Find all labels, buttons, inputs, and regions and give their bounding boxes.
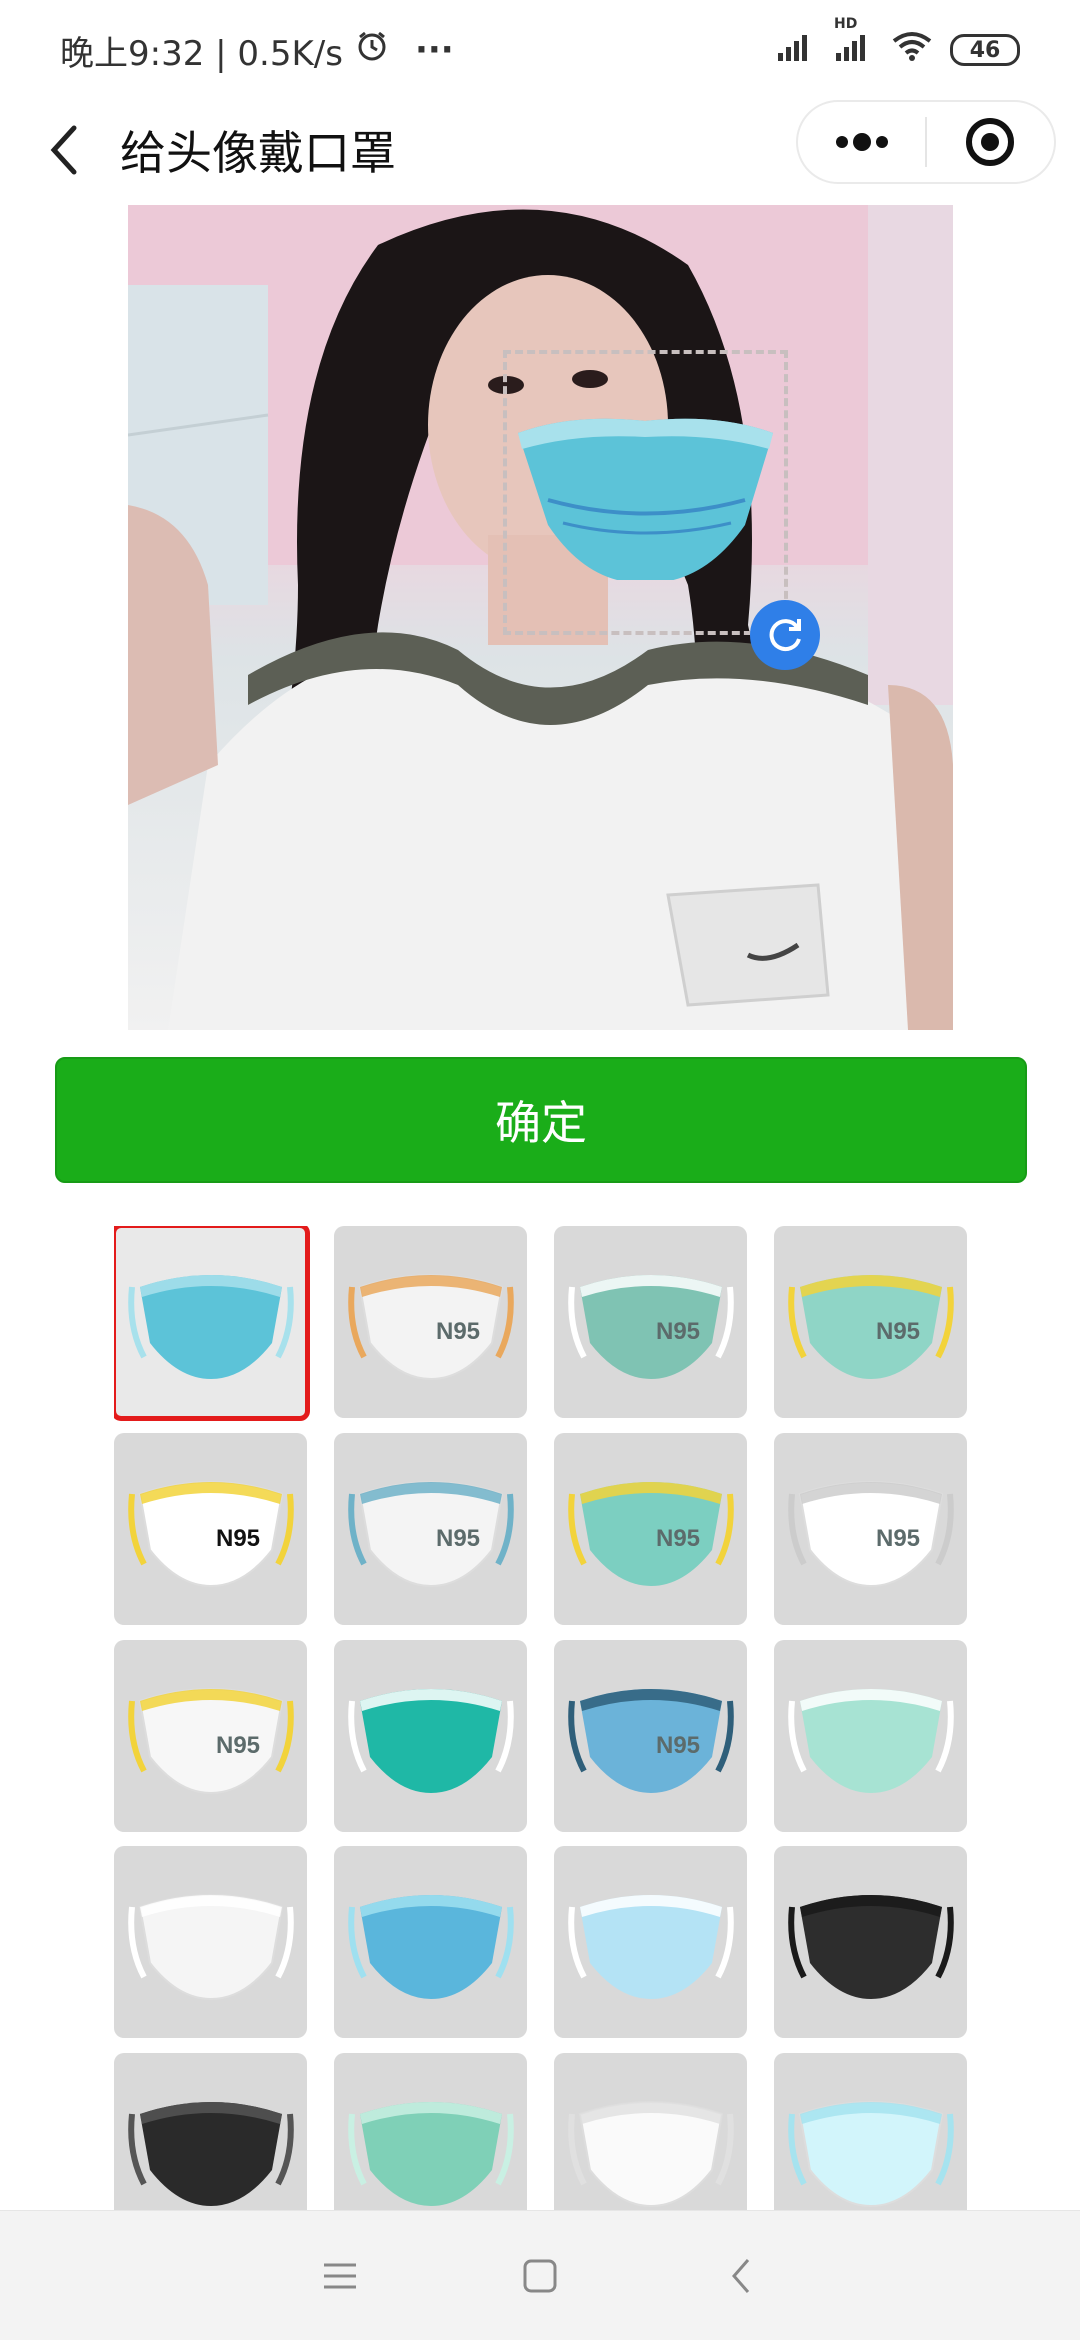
mask-option-light-cyan[interactable] [774, 2053, 967, 2210]
mask-selection-box[interactable] [503, 350, 788, 635]
status-more: ··· [414, 30, 454, 70]
mask-option-n95-blue-crumpled[interactable]: N95 [554, 1640, 747, 1832]
mask-option-n95-teal-small[interactable]: N95 [554, 1433, 747, 1625]
mask-option-white-surgical[interactable] [554, 2053, 747, 2210]
close-miniprogram-button[interactable] [927, 102, 1054, 182]
nav-bar: 给头像戴口罩 [0, 100, 1080, 200]
mask-option-black-valve[interactable] [114, 2053, 307, 2210]
mask-option-teal-shield[interactable] [334, 1640, 527, 1832]
mask-icon [567, 1895, 734, 1999]
mask-icon [127, 1894, 294, 2001]
chevron-left-icon [732, 2258, 750, 2293]
confirm-button[interactable]: 确定 [55, 1057, 1027, 1183]
mask-option-surgical-green[interactable] [334, 2053, 527, 2210]
status-right: HD 46 [776, 16, 1020, 70]
mask-icon: N95 [787, 1275, 954, 1379]
mask-icon [347, 2102, 514, 2206]
avatar-photo [128, 205, 953, 1030]
rotate-handle[interactable] [750, 600, 820, 670]
mask-option-surgical-blue-2[interactable] [334, 1846, 527, 2038]
system-back-button[interactable] [700, 2236, 780, 2316]
signal-icon [776, 30, 816, 70]
miniprogram-capsule [796, 100, 1056, 184]
mask-label: N95 [655, 1525, 699, 1552]
mask-option-n95-white-valve[interactable]: N95 [334, 1433, 527, 1625]
mask-option-white-rect[interactable] [114, 1846, 307, 2038]
mask-icon [787, 2101, 954, 2208]
mask-icon [787, 1895, 954, 1999]
mask-option-n95-white-yellow-straps[interactable]: N95 [114, 1640, 307, 1832]
chevron-left-icon [50, 125, 77, 175]
status-bar: 晚上9:32 | 0.5K/s ··· HD 46 [0, 0, 1080, 100]
mask-icon: N95 [127, 1481, 294, 1588]
mask-option-n95-mint-yellow[interactable]: N95 [774, 1226, 967, 1418]
status-left: 晚上9:32 | 0.5K/s ··· [60, 26, 454, 75]
mask-icon [787, 1689, 954, 1793]
hd-signal-icon: HD [834, 16, 874, 70]
home-button[interactable] [500, 2236, 580, 2316]
mask-icon: N95 [567, 1275, 734, 1379]
more-dots-icon [835, 133, 888, 151]
status-time: 晚上9:32 | 0.5K/s [60, 33, 343, 74]
mask-icon: N95 [347, 1481, 514, 1588]
screen: 晚上9:32 | 0.5K/s ··· HD 46 给头像戴口罩 确定 N95 … [0, 0, 1080, 2340]
mask-option-black-cloth[interactable] [774, 1846, 967, 2038]
mask-label: N95 [435, 1525, 479, 1552]
target-icon [966, 118, 1015, 166]
wifi-icon [892, 30, 932, 70]
back-button[interactable] [24, 110, 104, 190]
mask-icon [347, 1689, 514, 1793]
hd-label: HD [834, 16, 858, 32]
rotate-icon [769, 619, 801, 652]
mask-option-n95-white-folded[interactable]: N95 [774, 1433, 967, 1625]
mask-option-surgical-mint-loops[interactable] [774, 1640, 967, 1832]
recent-apps-button[interactable] [300, 2236, 380, 2316]
mask-icon: N95 [347, 1274, 514, 1381]
alarm-icon [355, 29, 389, 72]
mask-option-surgical-light-blue[interactable] [554, 1846, 747, 2038]
mask-option-n95-white-orange[interactable]: N95 [334, 1226, 527, 1418]
mask-icon: N95 [787, 1481, 954, 1588]
mask-icon: N95 [567, 1482, 734, 1586]
mask-label: N95 [215, 1732, 259, 1759]
more-button[interactable] [798, 102, 925, 182]
mask-option-n95-green[interactable]: N95 [554, 1226, 747, 1418]
mask-label: N95 [655, 1732, 699, 1759]
mask-icon [127, 2102, 294, 2206]
mask-grid: N95 N95 N95 N95 N95 N95 N95 N95 N95 [114, 1226, 968, 2210]
mask-option-surgical-blue[interactable] [114, 1226, 310, 1421]
system-navigation-bar [0, 2210, 1080, 2340]
mask-label: N95 [875, 1525, 919, 1552]
mask-icon [347, 1895, 514, 1999]
menu-icon [324, 2263, 356, 2288]
mask-label: N95 [215, 1525, 259, 1552]
mask-label: N95 [655, 1318, 699, 1345]
mask-label: N95 [435, 1318, 479, 1345]
battery-indicator: 46 [950, 34, 1020, 66]
page-title: 给头像戴口罩 [120, 126, 396, 180]
mask-icon [567, 2101, 734, 2208]
mask-icon: N95 [567, 1689, 734, 1793]
mask-icon [127, 1275, 294, 1379]
mask-option-n95-white-yellow[interactable]: N95 [114, 1433, 307, 1625]
mask-icon: N95 [127, 1688, 294, 1795]
mask-label: N95 [875, 1318, 919, 1345]
home-square-icon [523, 2259, 557, 2292]
